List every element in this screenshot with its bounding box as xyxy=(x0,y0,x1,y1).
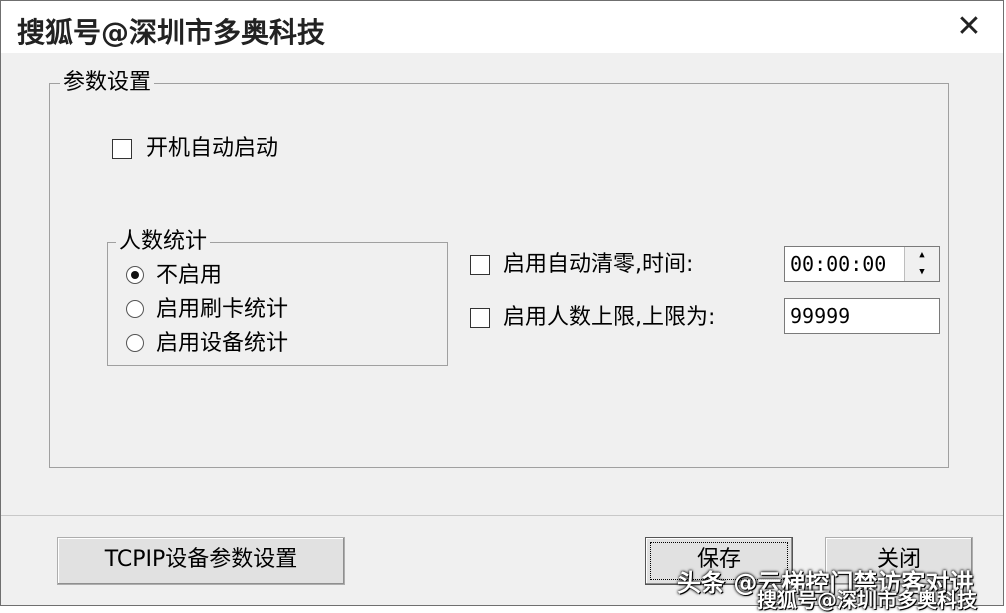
title-bar: 搜狐号@深圳市多奥科技 ✕ xyxy=(1,1,1003,53)
radio-device-count[interactable] xyxy=(126,334,144,352)
people-limit-checkbox[interactable] xyxy=(470,308,490,328)
auto-clear-checkbox[interactable] xyxy=(470,255,490,275)
auto-clear-label[interactable]: 启用自动清零,时间: xyxy=(503,252,693,278)
people-count-legend: 人数统计 xyxy=(116,229,211,255)
radio-card-count[interactable] xyxy=(126,300,144,318)
params-groupbox: 参数设置 开机自动启动 人数统计 不启用 启用刷卡统计 启用设备统计 启用自动清… xyxy=(49,70,949,468)
settings-dialog: 搜狐号@深圳市多奥科技 ✕ 参数设置 开机自动启动 人数统计 不启用 启用刷卡统… xyxy=(0,0,1004,612)
time-spinner: ▲ ▼ xyxy=(904,247,939,281)
tcpip-settings-button[interactable]: TCPIP设备参数设置 xyxy=(57,537,345,585)
autostart-checkbox[interactable] xyxy=(112,139,132,159)
spin-up-icon[interactable]: ▲ xyxy=(905,247,939,264)
footer-divider xyxy=(1,515,1003,516)
window-title: 搜狐号@深圳市多奥科技 xyxy=(17,16,326,49)
radio-disabled-label[interactable]: 不启用 xyxy=(156,263,222,289)
watermark-line2: 搜狐号@深圳市多奥科技 xyxy=(757,588,977,612)
spin-down-icon[interactable]: ▼ xyxy=(905,264,939,281)
clear-time-value: 00:00:00 xyxy=(790,252,887,276)
people-count-groupbox: 人数统计 不启用 启用刷卡统计 启用设备统计 xyxy=(107,229,448,366)
radio-device-count-label[interactable]: 启用设备统计 xyxy=(156,331,288,357)
people-limit-value: 99999 xyxy=(790,304,851,328)
people-limit-input[interactable]: 99999 xyxy=(784,298,940,334)
people-limit-label[interactable]: 启用人数上限,上限为: xyxy=(503,305,715,331)
radio-card-count-label[interactable]: 启用刷卡统计 xyxy=(156,297,288,323)
autostart-label[interactable]: 开机自动启动 xyxy=(146,136,278,162)
radio-selected-dot xyxy=(131,271,139,279)
close-icon[interactable]: ✕ xyxy=(949,7,989,47)
params-legend: 参数设置 xyxy=(60,70,155,96)
radio-disabled[interactable] xyxy=(126,266,144,284)
clear-time-input[interactable]: 00:00:00 ▲ ▼ xyxy=(784,246,940,282)
